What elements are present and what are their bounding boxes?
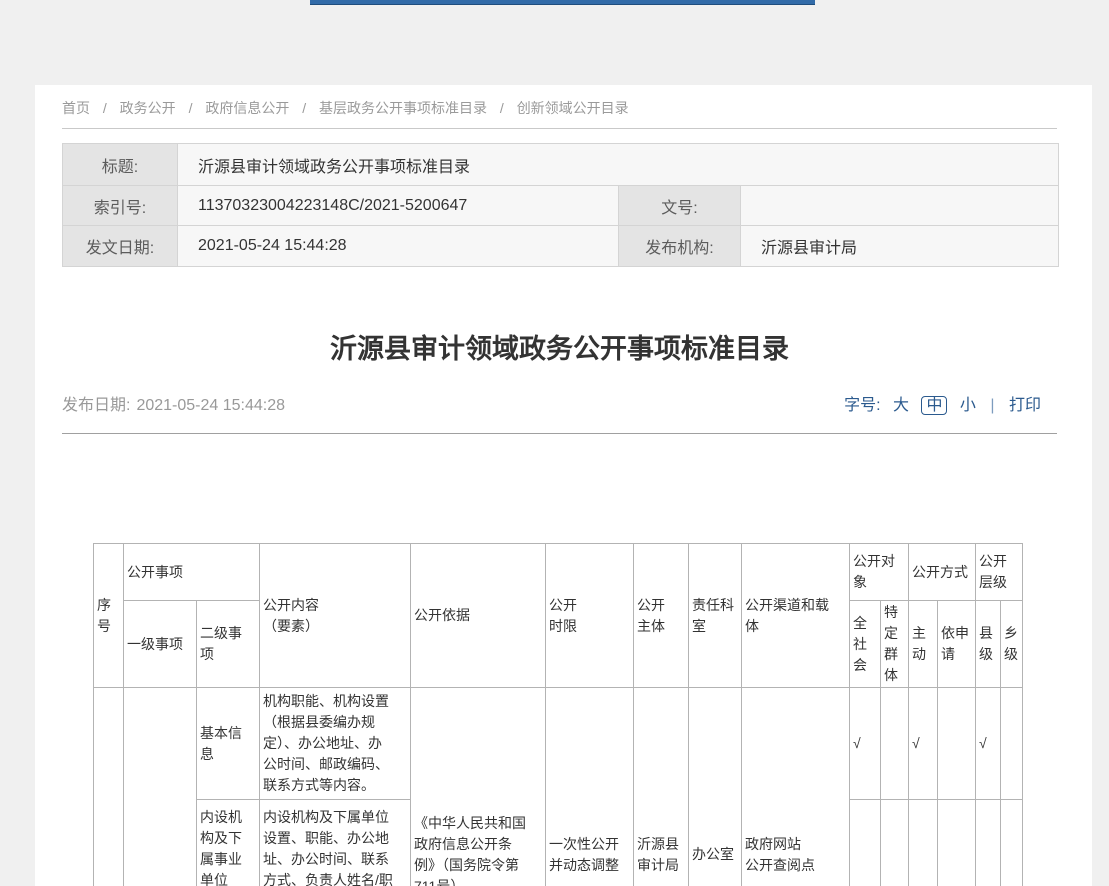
- cell-level1: [124, 688, 197, 886]
- header-basis: 公开依据: [411, 544, 546, 688]
- publish-date-value: 2021-05-24 15:44:28: [136, 397, 285, 414]
- header-content: 公开内容 （要素）: [260, 544, 411, 688]
- header-method-request: 依申 请: [938, 601, 976, 688]
- header-level-town: 乡 级: [1001, 601, 1023, 688]
- font-size-small-button[interactable]: 小: [960, 397, 976, 414]
- check-audience-all-row1: √: [850, 688, 881, 800]
- doc-title-label: 标题:: [63, 144, 178, 186]
- doc-title-value: 沂源县审计领域政务公开事项标准目录: [178, 144, 1059, 186]
- check-method-active-row2: √: [909, 800, 938, 886]
- breadcrumb-divider: [62, 128, 1057, 129]
- doc-info-table: 标题: 沂源县审计领域政务公开事项标准目录 索引号: 1137032300422…: [62, 143, 1059, 267]
- cell-basis: 《中华人民共和国 政府信息公开条 例》（国务院令第 711号）: [411, 688, 546, 886]
- font-size-medium-button[interactable]: 中: [921, 396, 947, 415]
- check-level-town-row1: [1001, 688, 1023, 800]
- header-audience-specific: 特 定 群 体: [881, 601, 909, 688]
- check-level-town-row2: [1001, 800, 1023, 886]
- breadcrumb-separator: /: [500, 100, 504, 116]
- breadcrumb-separator: /: [189, 100, 193, 116]
- content-card: 首页 / 政务公开 / 政府信息公开 / 基层政务公开事项标准目录 / 创新领域…: [35, 85, 1092, 886]
- publish-date: 发布日期: 2021-05-24 15:44:28: [62, 392, 285, 420]
- header-level2: 二级事 项: [197, 601, 260, 688]
- cell-time-limit: 一次性公开 并动态调整: [546, 688, 634, 886]
- cell-level2-row1: 基本信 息: [197, 688, 260, 800]
- header-matter-group: 公开事项: [124, 544, 260, 601]
- header-method-group: 公开方式: [909, 544, 976, 601]
- cell-channel: 政府网站 公开查阅点: [742, 688, 850, 886]
- check-audience-specific-row1: [881, 688, 909, 800]
- breadcrumb-info-disclosure[interactable]: 政府信息公开: [205, 100, 289, 116]
- doc-index-value: 11370323004223148C/2021-5200647: [178, 186, 619, 226]
- breadcrumb-home[interactable]: 首页: [62, 100, 90, 116]
- check-method-request-row2: [938, 800, 976, 886]
- breadcrumb-catalog[interactable]: 基层政务公开事项标准目录: [319, 100, 487, 116]
- font-size-label: 字号:: [844, 397, 880, 414]
- font-size-large-button[interactable]: 大: [893, 397, 909, 414]
- doc-index-label: 索引号:: [63, 186, 178, 226]
- meta-divider-bar: |: [990, 397, 994, 414]
- cell-department: 办公室: [689, 688, 742, 886]
- doc-agency-label: 发布机构:: [619, 226, 741, 267]
- doc-number-label: 文号:: [619, 186, 741, 226]
- check-method-request-row1: [938, 688, 976, 800]
- article-divider: [62, 433, 1057, 434]
- print-button[interactable]: 打印: [1009, 397, 1041, 414]
- breadcrumb-zhengwu[interactable]: 政务公开: [120, 100, 176, 116]
- header-method-active: 主 动: [909, 601, 938, 688]
- page: 首页 / 政务公开 / 政府信息公开 / 基层政务公开事项标准目录 / 创新领域…: [0, 0, 1109, 886]
- cell-level2-row2: 内设机 构及下 属事业 单位: [197, 800, 260, 886]
- check-level-county-row1: √: [976, 688, 1001, 800]
- header-level-county: 县 级: [976, 601, 1001, 688]
- header-level-group: 公开 层级: [976, 544, 1023, 601]
- breadcrumb: 首页 / 政务公开 / 政府信息公开 / 基层政务公开事项标准目录 / 创新领域…: [62, 98, 629, 118]
- header-department: 责任科 室: [689, 544, 742, 688]
- header-time-limit: 公开 时限: [546, 544, 634, 688]
- doc-agency-value: 沂源县审计局: [741, 226, 1059, 267]
- header-channel: 公开渠道和载 体: [742, 544, 850, 688]
- doc-number-value: [741, 186, 1059, 226]
- cell-seq: [94, 688, 124, 886]
- cell-content-row2: 内设机构及下属单位 设置、职能、办公地 址、办公时间、联系 方式、负责人姓名/职…: [260, 800, 411, 886]
- header-seq: 序 号: [94, 544, 124, 688]
- check-audience-specific-row2: [881, 800, 909, 886]
- check-method-active-row1: √: [909, 688, 938, 800]
- doc-date-value: 2021-05-24 15:44:28: [178, 226, 619, 267]
- font-size-controls: 字号: 大 中 小 | 打印: [844, 392, 1041, 420]
- header-subject: 公开 主体: [634, 544, 689, 688]
- top-nav-bar-fragment: [310, 0, 815, 5]
- breadcrumb-separator: /: [103, 100, 107, 116]
- page-title: 沂源县审计领域政务公开事项标准目录: [62, 331, 1057, 367]
- header-level1: 一级事项: [124, 601, 197, 688]
- check-level-county-row2: √: [976, 800, 1001, 886]
- breadcrumb-separator: /: [302, 100, 306, 116]
- publish-date-label: 发布日期:: [62, 397, 130, 414]
- breadcrumb-innovation[interactable]: 创新领域公开目录: [517, 100, 629, 116]
- cell-subject: 沂源县 审计局: [634, 688, 689, 886]
- header-audience-all: 全社 会: [850, 601, 881, 688]
- article-meta: 发布日期: 2021-05-24 15:44:28 字号: 大 中 小 | 打印: [62, 392, 1057, 420]
- check-audience-all-row2: √: [850, 800, 881, 886]
- doc-date-label: 发文日期:: [63, 226, 178, 267]
- cell-content-row1: 机构职能、机构设置 （根据县委编办规 定）、办公地址、办 公时间、邮政编码、 联…: [260, 688, 411, 800]
- header-audience-group: 公开对 象: [850, 544, 909, 601]
- catalog-table: 序 号 公开事项 公开内容 （要素） 公开依据 公开 时限 公开 主体 责任科 …: [93, 543, 1023, 886]
